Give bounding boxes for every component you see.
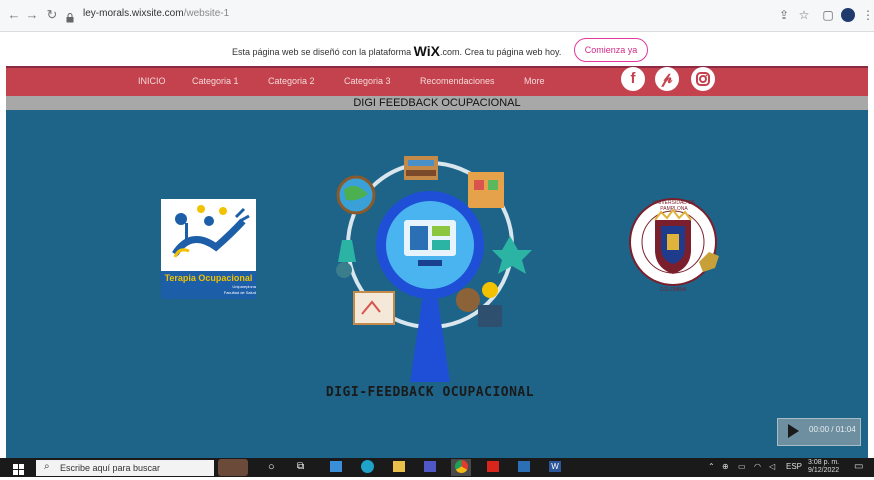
chrome-icon[interactable] (455, 460, 468, 473)
share-icon[interactable]: ⇪ (776, 7, 792, 23)
tray-language[interactable]: ESP (786, 462, 802, 471)
lock-icon (66, 10, 74, 23)
facebook-icon[interactable]: f (621, 67, 645, 91)
teams-icon[interactable] (424, 461, 436, 472)
back-icon[interactable]: ← (6, 7, 22, 23)
nav-item-recomendaciones[interactable]: Recomendaciones (420, 76, 495, 86)
tray-volume-icon[interactable]: ◁ (769, 462, 775, 471)
notification-icon[interactable]: ▭ (854, 461, 863, 472)
nav-item-categoria-1[interactable]: Categoria 1 (192, 76, 239, 86)
taskbar-search-placeholder: Escribe aquí para buscar (60, 463, 161, 473)
animal-badge-icon (218, 459, 248, 476)
logo-title: Terapia Ocupacional (164, 273, 253, 283)
profile-avatar[interactable] (841, 8, 855, 22)
task-view-icon[interactable]: ⧉ (297, 461, 304, 472)
play-icon[interactable] (788, 424, 799, 438)
logo-subtitle-2: Facultad de Salud (223, 290, 256, 295)
file-explorer-icon[interactable] (393, 461, 405, 472)
nav-item-categoria-2[interactable]: Categoria 2 (268, 76, 315, 86)
window-icon[interactable]: ▢ (820, 7, 836, 23)
magnifier-illustration (318, 150, 544, 386)
seal-bottom-text: COLOMBIA (659, 287, 687, 293)
windows-start-icon[interactable] (13, 462, 24, 475)
nav-item-inicio[interactable]: INICIO (138, 76, 166, 86)
wix-banner-text: Esta página web se diseñó con la platafo… (232, 43, 561, 59)
bookmark-star-icon[interactable]: ☆ (796, 7, 812, 23)
url-domain: ley-morals.wixsite.com (83, 8, 184, 19)
logo-subtitle-1: Unipamplona (232, 284, 256, 289)
address-bar[interactable]: ley-morals.wixsite.com/website-1 (83, 8, 229, 19)
video-time: 00:00 / 01:04 (809, 425, 856, 434)
search-icon: ⌕ (44, 461, 50, 472)
word-icon[interactable]: W (549, 461, 561, 472)
tray-chevron-icon[interactable]: ⌃ (708, 462, 715, 471)
pinterest-icon[interactable]: 𝓅 (655, 67, 679, 91)
wix-logo: WiX (413, 43, 440, 59)
forward-icon[interactable]: → (24, 7, 40, 23)
wix-text-before: Esta página web se diseñó con la platafo… (232, 47, 412, 57)
acrobat-icon[interactable] (487, 461, 499, 472)
tray-date[interactable]: 9/12/2022 (808, 467, 839, 475)
url-path: /website-1 (183, 8, 230, 19)
tray-time[interactable]: 3:08 p. m. (808, 459, 839, 467)
page-title: DIGI FEEDBACK OCUPACIONAL (353, 97, 521, 109)
hero-heading: DIGI-FEEDBACK OCUPACIONAL (325, 385, 535, 400)
wix-text-after: .com. Crea tu página web hoy. (439, 47, 562, 57)
nav-item-more[interactable]: More (524, 76, 545, 86)
reload-icon[interactable]: ↻ (44, 7, 60, 23)
comienza-ya-button[interactable]: Comienza ya (574, 38, 648, 62)
edge-icon[interactable] (361, 460, 374, 473)
tray-wifi-icon[interactable]: ◠ (754, 462, 761, 471)
nav-item-categoria-3[interactable]: Categoria 3 (344, 76, 391, 86)
photos-icon[interactable] (518, 461, 530, 472)
seal-top-text: UNIVERSIDAD DE PAMPLONA (652, 200, 696, 212)
tray-network-icon[interactable]: ⊕ (722, 462, 729, 471)
cortana-icon[interactable]: ○ (268, 461, 275, 473)
tray-battery-icon[interactable]: ▭ (738, 462, 746, 471)
menu-kebab-icon[interactable]: ⋮ (860, 7, 874, 23)
store-icon[interactable] (330, 461, 342, 472)
instagram-icon[interactable] (691, 67, 715, 91)
